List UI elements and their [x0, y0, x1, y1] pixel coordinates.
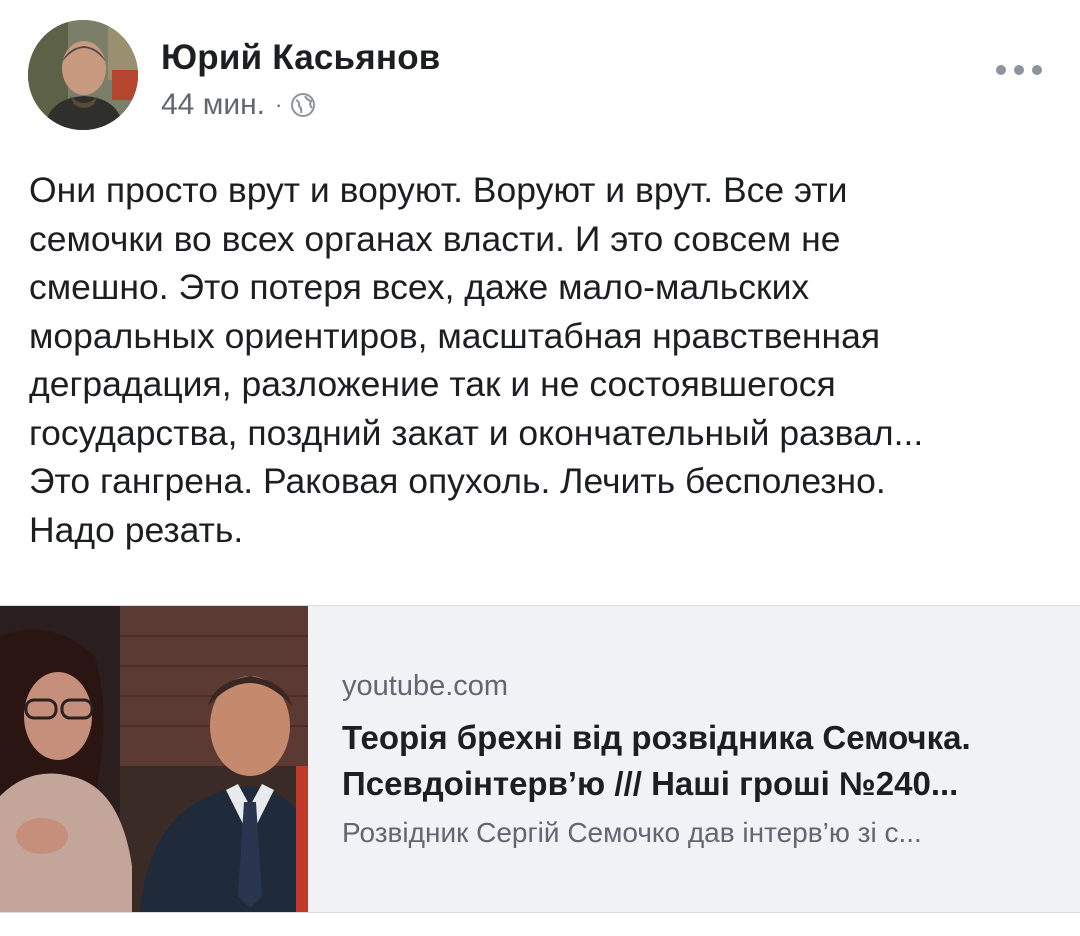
link-title-line-2: Псевдоінтерв’ю /// Наші гроші №240... — [342, 765, 959, 802]
post-text: Они просто врут и воруют. Воруют и врут.… — [29, 170, 924, 550]
link-title-line-1: Теорія брехні від розвідника Семочка. — [342, 719, 971, 756]
link-preview-card[interactable]: youtube.com Теорія брехні від розвідника… — [0, 605, 1080, 913]
meta-separator: · — [275, 92, 283, 117]
globe-icon — [291, 93, 316, 117]
more-options-icon[interactable] — [996, 60, 1042, 80]
link-title[interactable]: Теорія брехні від розвідника Семочка. Пс… — [342, 715, 1042, 807]
avatar-photo — [28, 20, 138, 130]
post-meta: 44 мин. · — [161, 88, 316, 122]
post-header: Юрий Касьянов 44 мин. · — [28, 20, 1058, 135]
link-description: Розвідник Сергій Семочко дав інтерв’ю зі… — [342, 817, 922, 848]
link-thumbnail — [0, 606, 308, 912]
author-name[interactable]: Юрий Касьянов — [161, 38, 441, 78]
post-timestamp[interactable]: 44 мин. — [161, 88, 265, 122]
link-preview-body: youtube.com Теорія брехні від розвідника… — [342, 670, 1042, 849]
link-domain: youtube.com — [342, 670, 509, 702]
author-avatar[interactable] — [28, 20, 138, 130]
